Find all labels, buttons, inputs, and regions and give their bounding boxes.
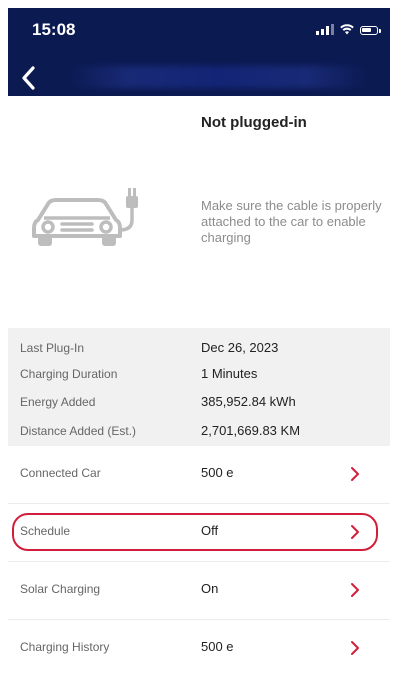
back-button[interactable] (18, 64, 40, 92)
stat-last-plug-in: Last Plug-In Dec 26, 2023 (8, 337, 390, 359)
chevron-right-icon (351, 641, 359, 655)
charging-stats: Last Plug-In Dec 26, 2023 Charging Durat… (8, 328, 390, 446)
stat-value: 385,952.84 kWh (201, 394, 296, 409)
status-time: 15:08 (32, 20, 76, 39)
battery-icon (360, 26, 381, 35)
row-value: 500 e (201, 639, 234, 654)
row-label: Connected Car (20, 466, 101, 480)
stat-label: Distance Added (Est.) (20, 424, 137, 438)
row-value: Off (201, 523, 219, 538)
stat-distance-added: Distance Added (Est.) 2,701,669.83 KM (8, 420, 390, 442)
stat-value: 2,701,669.83 KM (201, 423, 301, 438)
stat-value: 1 Minutes (201, 366, 258, 381)
row-label: Schedule (20, 524, 71, 538)
signal-icon (316, 24, 334, 35)
menu-row-solar-charging[interactable]: Solar Charging On (8, 562, 390, 620)
app-header: 15:08 (8, 8, 390, 96)
row-value: 500 e (201, 465, 234, 480)
stat-charging-duration: Charging Duration 1 Minutes (8, 363, 390, 385)
status-icons (316, 24, 381, 35)
wifi-icon (340, 24, 354, 35)
menu-row-connected-car[interactable]: Connected Car 500 e (8, 446, 390, 504)
menu-row-charging-history[interactable]: Charging History 500 e (8, 620, 390, 674)
plug-hint-text: Make sure the cable is properly attached… (201, 198, 382, 245)
chevron-right-icon (351, 583, 359, 597)
stat-label: Energy Added (20, 395, 96, 409)
stat-label: Charging Duration (20, 367, 118, 381)
plug-status-title: Not plugged-in (201, 114, 307, 131)
stat-energy-added: Energy Added 385,952.84 kWh (8, 391, 390, 413)
stat-label: Last Plug-In (20, 341, 85, 355)
row-value: On (201, 581, 219, 596)
stat-value: Dec 26, 2023 (201, 340, 279, 355)
row-label: Solar Charging (20, 582, 101, 596)
charging-screen: 15:08 Not plugged-in Make sure the cable… (0, 0, 397, 674)
row-label: Charging History (20, 640, 110, 654)
chevron-right-icon (351, 467, 359, 481)
car-with-plug-icon (32, 188, 138, 246)
header-title-blurred (68, 66, 368, 88)
menu-row-schedule[interactable]: Schedule Off (8, 504, 390, 562)
chevron-right-icon (351, 525, 359, 539)
